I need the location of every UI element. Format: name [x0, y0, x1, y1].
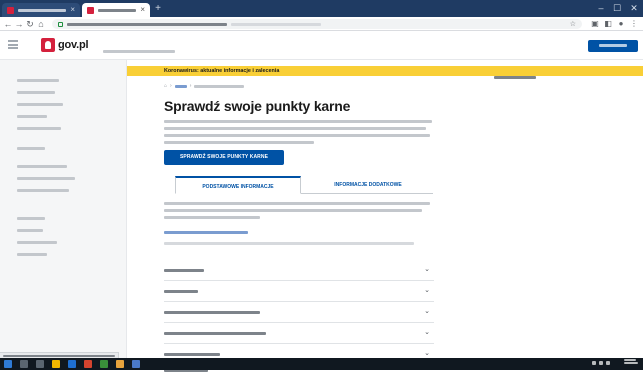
- battery-icon: [606, 361, 610, 365]
- chevron-down-icon: ⌄: [424, 266, 430, 273]
- folder-icon[interactable]: [116, 360, 124, 368]
- header-search[interactable]: [103, 43, 175, 61]
- breadcrumb: ⌂ › ›: [164, 83, 245, 89]
- sidebar-item[interactable]: [17, 182, 69, 200]
- chevron-down-icon: ⌄: [424, 329, 430, 336]
- sidebar-item[interactable]: [17, 246, 47, 264]
- extension-icon[interactable]: ▣: [590, 19, 600, 29]
- accordion-item[interactable]: ⌄: [164, 260, 434, 281]
- accordion-label: [164, 352, 220, 356]
- new-tab-button[interactable]: +: [152, 3, 164, 14]
- reload-icon[interactable]: ↻: [25, 19, 35, 29]
- check-points-button[interactable]: SPRAWDŹ SWOJE PUNKTY KARNE: [164, 150, 284, 165]
- browser-tab[interactable]: ×: [2, 3, 80, 17]
- login-button[interactable]: [588, 40, 638, 52]
- accordion-item[interactable]: ⌄: [164, 323, 434, 344]
- site-header: gov.pl: [0, 31, 643, 60]
- bookmark-star-icon[interactable]: ☆: [570, 20, 576, 28]
- task-view-icon[interactable]: [36, 360, 44, 368]
- edge-icon[interactable]: [68, 360, 76, 368]
- govpl-logo[interactable]: gov.pl: [41, 38, 89, 52]
- favicon-icon: [7, 6, 14, 14]
- lock-icon: [58, 21, 63, 27]
- maximize-button[interactable]: ☐: [609, 0, 625, 17]
- taskbar: [0, 358, 643, 370]
- sidebar: [0, 60, 127, 358]
- file-explorer-icon[interactable]: [52, 360, 60, 368]
- home-icon[interactable]: ⌂: [36, 19, 46, 29]
- page-title: Sprawdź swoje punkty karne: [164, 98, 351, 114]
- tab-basic-info[interactable]: PODSTAWOWE INFORMACJE: [175, 176, 301, 194]
- office-icon[interactable]: [84, 360, 92, 368]
- start-windows-icon[interactable]: [4, 360, 12, 368]
- browser-tab-title: [97, 8, 137, 12]
- volume-icon: [599, 361, 603, 365]
- close-tab-icon[interactable]: ×: [70, 6, 75, 14]
- accordion-item[interactable]: ⌄: [164, 302, 434, 323]
- covid-banner[interactable]: Koronawirus: aktualne informacje i zalec…: [127, 66, 643, 80]
- eagle-crest-icon: [41, 38, 55, 52]
- chevron-down-icon: ⌄: [424, 350, 430, 357]
- hamburger-menu-icon[interactable]: [8, 40, 18, 49]
- note-text: [164, 242, 414, 249]
- accordion-label: [164, 310, 260, 314]
- accordion-label: [164, 268, 204, 272]
- url-text-tail: [231, 22, 321, 26]
- browser-tab-title: [17, 8, 67, 12]
- search-icon[interactable]: [20, 360, 28, 368]
- main-content: ⌂ › › Sprawdź swoje punkty karne SPRAWDŹ…: [127, 76, 643, 372]
- chevron-down-icon: ⌄: [424, 308, 430, 315]
- system-tray[interactable]: [592, 361, 610, 365]
- profile-icon[interactable]: ●: [616, 19, 626, 29]
- url-text: [67, 22, 227, 26]
- search-hint: [103, 50, 175, 54]
- guide-link[interactable]: [164, 230, 248, 236]
- sidebar-item[interactable]: [17, 120, 61, 156]
- breadcrumb-item[interactable]: [174, 84, 187, 88]
- close-window-button[interactable]: ✕: [626, 0, 642, 17]
- chrome-icon[interactable]: [100, 360, 108, 368]
- tab-panel-text: [164, 202, 434, 223]
- favicon-icon: [87, 6, 94, 14]
- banner-text: Koronawirus: aktualne informacje i zalec…: [164, 68, 280, 74]
- accordion-label: [164, 331, 266, 335]
- close-tab-icon[interactable]: ×: [140, 6, 145, 14]
- menu-kebab-icon[interactable]: ⋮: [629, 19, 639, 29]
- accordion-label: [164, 289, 198, 293]
- back-icon[interactable]: ←: [3, 19, 13, 29]
- address-bar[interactable]: ☆: [52, 19, 582, 29]
- app-icon[interactable]: [132, 360, 140, 368]
- logo-text: gov.pl: [58, 39, 89, 51]
- browser-tab-strip: × × + – ☐ ✕: [0, 0, 643, 17]
- clock[interactable]: [624, 359, 638, 364]
- forward-icon[interactable]: →: [14, 19, 24, 29]
- tab-additional-info[interactable]: INFORMACJE DODATKOWE: [303, 176, 433, 194]
- browser-tab-active[interactable]: ×: [82, 3, 150, 17]
- breadcrumb-current: [194, 84, 245, 88]
- network-icon: [592, 361, 596, 365]
- extension-icon[interactable]: ◧: [603, 19, 613, 29]
- intro-text: [164, 120, 432, 148]
- browser-toolbar: ← → ↻ ⌂ ☆ ▣ ◧ ● ⋮: [0, 17, 643, 31]
- home-icon[interactable]: ⌂: [164, 83, 167, 89]
- minimize-button[interactable]: –: [593, 0, 609, 17]
- chevron-down-icon: ⌄: [424, 287, 430, 294]
- accordion-item[interactable]: ⌄: [164, 281, 434, 302]
- info-tabs: PODSTAWOWE INFORMACJE INFORMACJE DODATKO…: [175, 176, 433, 194]
